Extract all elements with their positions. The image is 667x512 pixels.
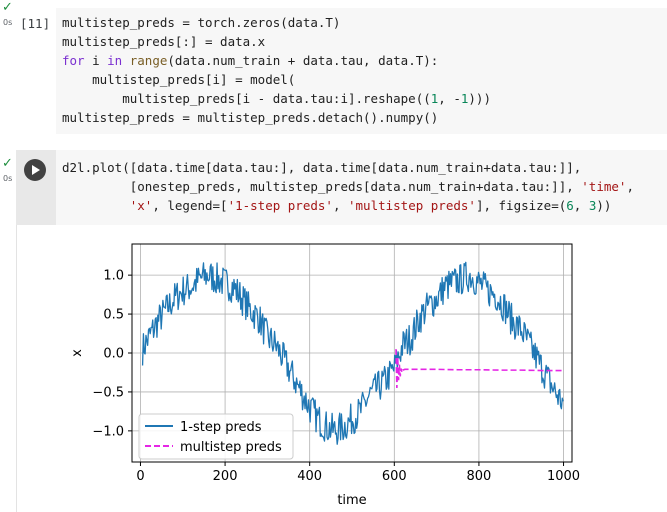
y-tick-label: 0.0 (103, 347, 124, 362)
play-icon[interactable] (24, 159, 46, 181)
cell-1-editor[interactable]: multistep_preds = torch.zeros(data.T) mu… (56, 8, 667, 134)
y-axis-label: x (70, 349, 85, 357)
legend-label-1step: 1-step preds (180, 420, 262, 435)
code-line: d2l.plot([data.time[data.tau:], data.tim… (62, 160, 582, 175)
y-tick-label: 1.0 (103, 269, 124, 284)
check-icon: ✓ (2, 156, 13, 171)
x-tick-label: 0 (136, 469, 144, 484)
code-line: for i in range(data.num_train + data.tau… (62, 53, 439, 68)
y-tick-label: −0.5 (92, 385, 124, 400)
cell-2-editor[interactable]: d2l.plot([data.time[data.tau:], data.tim… (56, 150, 667, 225)
x-tick-label: 1000 (547, 469, 580, 484)
code-line: multistep_preds[i] = model( (62, 72, 296, 87)
cell-1-runtime: 0s (3, 18, 13, 27)
code-line: multistep_preds = multistep_preds.detach… (62, 110, 439, 125)
y-tick-label: −1.0 (92, 424, 124, 439)
legend: 1-step preds multistep preds (138, 413, 294, 460)
y-tick-label: 0.5 (103, 308, 124, 323)
code-cell-1[interactable]: ✓ 0s [11] multistep_preds = torch.zeros(… (0, 0, 667, 140)
code-line: multistep_preds[i - data.tau:i].reshape(… (62, 91, 491, 106)
x-tick-label: 400 (297, 469, 322, 484)
x-tick-label: 200 (213, 469, 238, 484)
code-line: multistep_preds = torch.zeros(data.T) (62, 15, 341, 30)
x-tick-label: 800 (467, 469, 492, 484)
cell-2-runtime: 0s (3, 174, 13, 183)
code-line: [onestep_preds, multistep_preds[data.num… (62, 179, 634, 194)
cell-2-output: 0 200 400 600 800 1000 1.0 0.5 0.0 −0.5 −1.0 time … (56, 228, 596, 512)
cell-1-code[interactable]: multistep_preds = torch.zeros(data.T) mu… (62, 13, 491, 127)
legend-label-multistep: multistep preds (180, 440, 282, 455)
cell-2-code[interactable]: d2l.plot([data.time[data.tau:], data.tim… (62, 158, 634, 215)
x-axis-label: time (337, 493, 366, 508)
code-line: 'x', legend=['1-step preds', 'multistep … (129, 198, 612, 213)
x-tick-label: 600 (382, 469, 407, 484)
cell-1-execution-count: [11] (20, 16, 51, 31)
check-icon: ✓ (2, 0, 13, 15)
code-line: multistep_preds[:] = data.x (62, 34, 266, 49)
line-chart: 0 200 400 600 800 10001.00.50.0−0.5−1.0 time … (70, 243, 580, 508)
